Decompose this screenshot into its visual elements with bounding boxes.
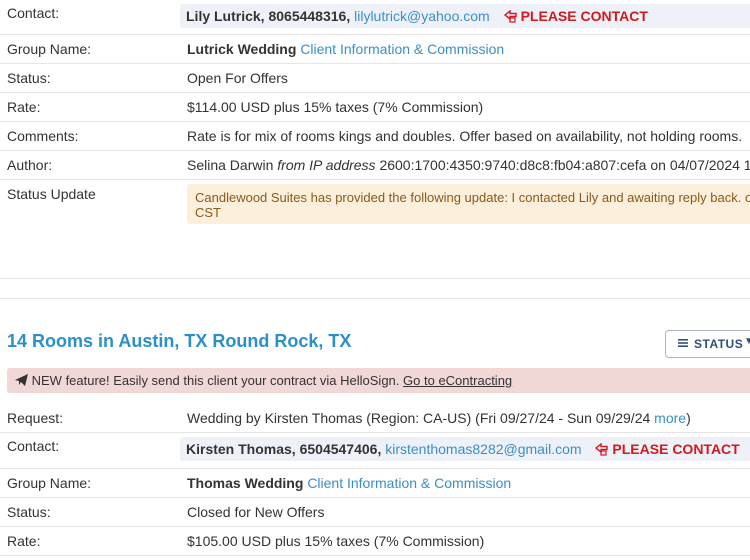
rate-value-2: $105.00 USD plus 15% taxes (7% Commissio… — [187, 533, 485, 549]
author-name: Selina Darwin — [187, 157, 274, 173]
author-value: Selina Darwin from IP address 2600:1700:… — [187, 157, 750, 173]
author-from: from IP address — [277, 157, 376, 173]
please-contact-label-2: PLEASE CONTACT — [612, 441, 740, 457]
contact-row: Contact: Lily Lutrick, 8065448316, lilyl… — [0, 0, 750, 35]
comments-row: Comments: Rate is for mix of rooms kings… — [0, 121, 750, 151]
group-row: Group Name: Lutrick Wedding Client Infor… — [0, 34, 750, 64]
listing-title[interactable]: 14 Rooms in Austin, TX Round Rock, TX — [7, 331, 351, 352]
contact-pill: Lily Lutrick, 8065448316, lilylutrick@ya… — [180, 4, 750, 28]
author-row: Author: Selina Darwin from IP address 26… — [0, 150, 750, 180]
comments-label: Comments: — [7, 128, 79, 144]
econtract-banner: NEW feature! Easily send this client you… — [7, 368, 750, 393]
status-value-2: Closed for New Offers — [187, 504, 325, 520]
request-row: Request: Wedding by Kirsten Thomas (Regi… — [0, 403, 750, 433]
status-update-box: Candlewood Suites has provided the follo… — [187, 184, 750, 224]
rate-row-2: Rate: $105.00 USD plus 15% taxes (7% Com… — [0, 526, 750, 556]
contact-email-link[interactable]: lilylutrick@yahoo.com — [354, 8, 490, 24]
status-button-label: STATUS — [694, 337, 744, 351]
group-value-2: Thomas Wedding Client Information & Comm… — [187, 475, 511, 491]
status-update-text: Candlewood Suites has provided the follo… — [195, 190, 750, 205]
contact-name: Lily Lutrick, 8065448316, — [186, 8, 351, 24]
econtracting-link[interactable]: Go to eContracting — [403, 373, 512, 388]
client-info-link[interactable]: Client Information & Commission — [300, 41, 504, 57]
status-row-2: Status: Closed for New Offers — [0, 497, 750, 527]
request-more-link[interactable]: more — [654, 410, 686, 426]
rate-row: Rate: $114.00 USD plus 15% taxes (7% Com… — [0, 92, 750, 122]
hand-pointer-icon — [595, 443, 609, 456]
status-update-text-cont: CST — [195, 205, 221, 220]
group-label: Group Name: — [7, 41, 92, 57]
hand-pointer-icon — [503, 10, 517, 23]
caret-down-icon: ▼ — [744, 336, 750, 347]
status-dropdown-button[interactable]: STATUS ▼ — [665, 330, 750, 358]
group-row-2: Group Name: Thomas Wedding Client Inform… — [0, 468, 750, 498]
status-value: Open For Offers — [187, 70, 288, 86]
status-update-label: Status Update — [7, 186, 96, 202]
please-contact-label: PLEASE CONTACT — [520, 8, 648, 24]
section-divider-top — [0, 278, 750, 279]
request-close-paren: ) — [686, 410, 691, 426]
group-name-2: Thomas Wedding — [187, 475, 304, 491]
comments-value: Rate is for mix of rooms kings and doubl… — [187, 128, 743, 144]
group-name: Lutrick Wedding — [187, 41, 297, 57]
rate-value: $114.00 USD plus 15% taxes (7% Commissio… — [187, 99, 484, 115]
rate-label-2: Rate: — [7, 533, 41, 549]
please-contact-button-2[interactable]: PLEASE CONTACT — [595, 441, 740, 457]
banner-text: NEW feature! Easily send this client you… — [31, 373, 400, 388]
request-value: Wedding by Kirsten Thomas (Region: CA-US… — [187, 410, 691, 426]
contact-email-link-2[interactable]: kirstenthomas8282@gmail.com — [385, 441, 581, 457]
author-ip: 2600:1700:4350:9740:d8c8:fb04:a807:cefa … — [379, 157, 750, 173]
status-label: Status: — [7, 70, 51, 86]
contact-row-2: Contact: Kirsten Thomas, 6504547406, kir… — [0, 432, 750, 469]
contact-label: Contact: — [7, 5, 60, 21]
paper-plane-icon — [15, 374, 28, 386]
client-info-link-2[interactable]: Client Information & Commission — [307, 475, 511, 491]
contact-pill-2: Kirsten Thomas, 6504547406, kirstenthoma… — [180, 437, 750, 461]
contact-name-2: Kirsten Thomas, 6504547406, — [186, 441, 382, 457]
status-label-2: Status: — [7, 504, 51, 520]
group-value: Lutrick Wedding Client Information & Com… — [187, 41, 504, 57]
rate-label: Rate: — [7, 99, 41, 115]
author-label: Author: — [7, 157, 53, 173]
request-label: Request: — [7, 410, 64, 426]
menu-icon — [678, 339, 688, 347]
status-row: Status: Open For Offers — [0, 63, 750, 93]
please-contact-button[interactable]: PLEASE CONTACT — [503, 8, 648, 24]
group-label-2: Group Name: — [7, 475, 92, 491]
request-text: Wedding by Kirsten Thomas (Region: CA-US… — [187, 410, 651, 426]
contact-label-2: Contact: — [7, 438, 60, 454]
section-divider-bottom — [0, 298, 750, 299]
